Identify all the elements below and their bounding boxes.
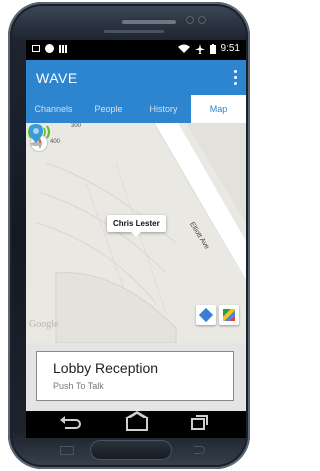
push-to-talk-button[interactable]: Lobby Reception Push To Talk <box>36 351 234 401</box>
system-nav-bar <box>26 411 246 438</box>
status-bar: 9:51 <box>26 40 246 60</box>
brand-strip <box>104 30 164 33</box>
user-callout[interactable]: Chris Lester <box>107 215 166 237</box>
tab-channels[interactable]: Channels <box>26 95 81 123</box>
channel-name: Lobby Reception <box>53 360 159 376</box>
notification-icon <box>32 45 40 52</box>
hardware-menu-key[interactable] <box>60 446 74 455</box>
tab-people[interactable]: People <box>81 95 136 123</box>
recent-apps-icon[interactable] <box>191 415 208 430</box>
google-maps-icon <box>223 309 235 321</box>
app-title: WAVE <box>36 70 78 86</box>
screen: 9:51 WAVE Channels People History Map 40… <box>26 40 246 438</box>
directions-button[interactable] <box>196 305 216 325</box>
home-icon[interactable] <box>125 411 149 431</box>
clock: 9:51 <box>220 43 240 54</box>
hardware-home-key[interactable] <box>90 440 172 460</box>
more-vert-icon[interactable] <box>232 68 238 86</box>
tab-history[interactable]: History <box>136 95 191 123</box>
hardware-back-key[interactable] <box>192 446 206 454</box>
front-camera <box>198 16 206 24</box>
map-view[interactable]: 400 300 Elliott Ave Chris Lester Google <box>26 123 246 343</box>
airplane-icon <box>194 43 205 54</box>
sensor-dot <box>186 16 194 24</box>
map-label-300: 300 <box>71 123 82 129</box>
tab-bar: Channels People History Map <box>26 95 246 123</box>
ptt-hint: Push To Talk <box>53 381 104 391</box>
google-watermark: Google <box>29 319 59 330</box>
signal-bars-icon <box>59 44 67 53</box>
back-icon[interactable] <box>60 416 81 429</box>
battery-icon <box>209 43 216 54</box>
directions-icon <box>198 307 214 323</box>
tab-map[interactable]: Map <box>191 95 246 123</box>
open-maps-button[interactable] <box>219 305 239 325</box>
app-notification-icon <box>45 44 54 53</box>
wifi-icon <box>177 44 190 53</box>
app-bar: WAVE <box>26 60 246 95</box>
earpiece <box>121 19 177 25</box>
ptt-panel: Lobby Reception Push To Talk <box>26 343 246 411</box>
location-pin-icon[interactable] <box>26 123 46 147</box>
